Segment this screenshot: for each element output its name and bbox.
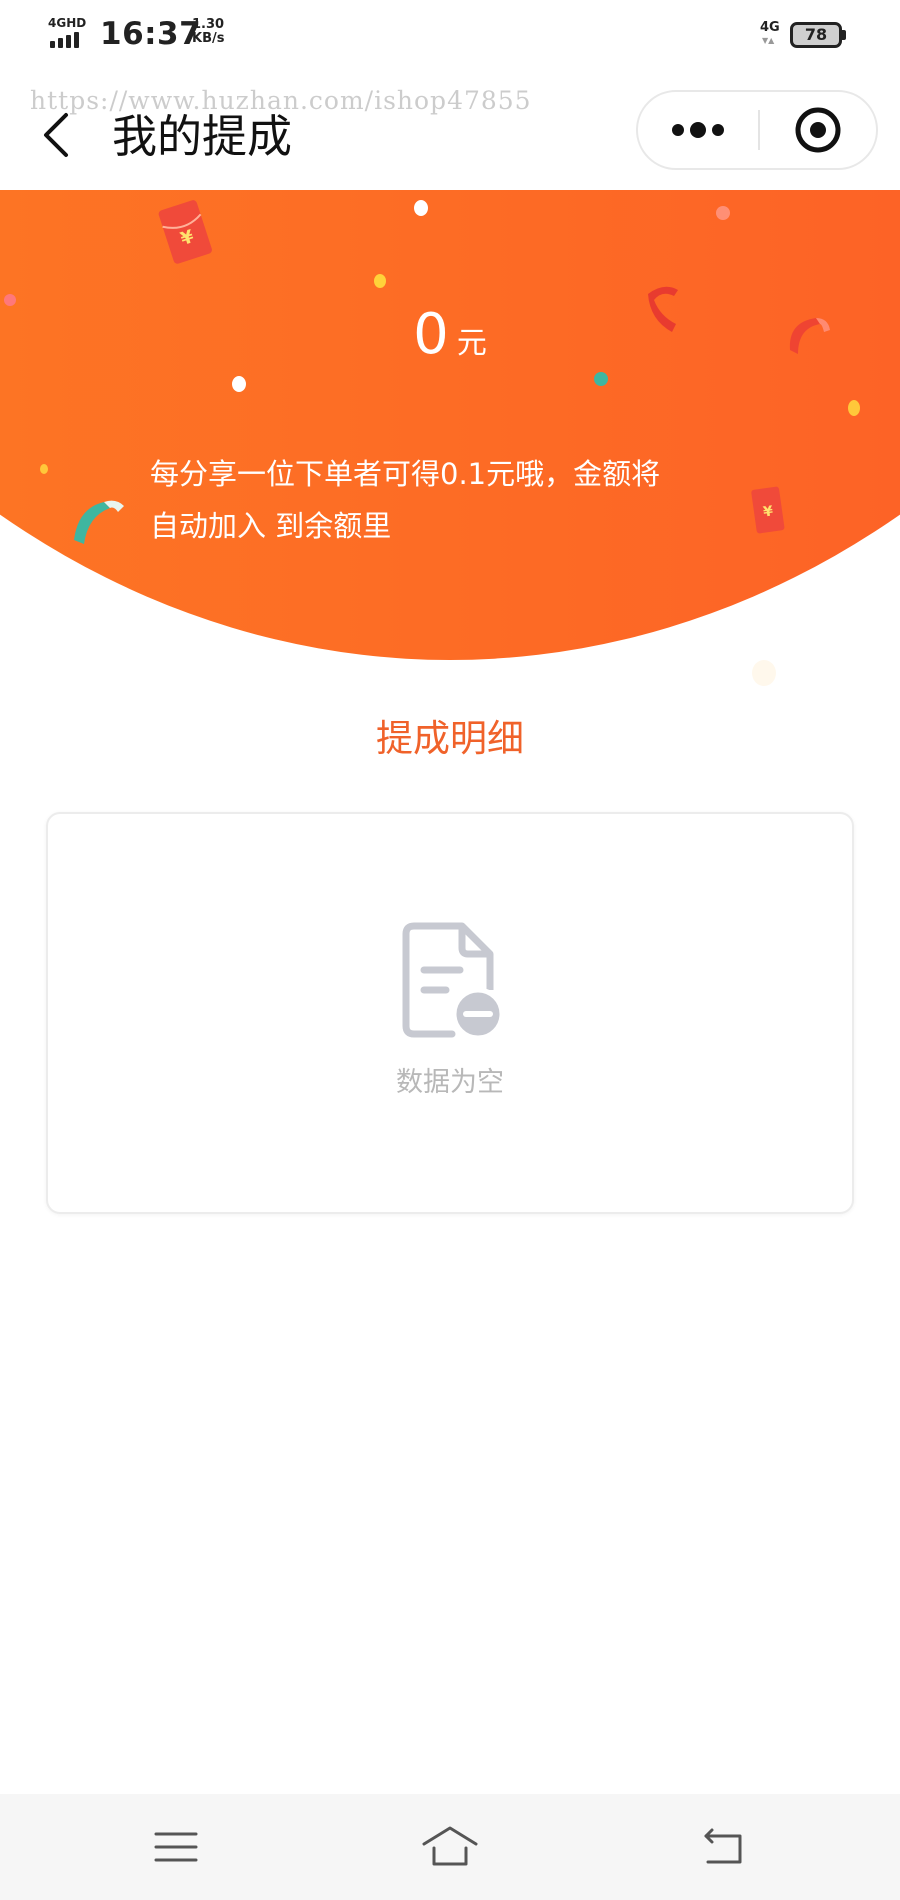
system-nav-bar — [0, 1794, 900, 1900]
commission-description-line2: 自动加入 到余额里 — [150, 509, 392, 543]
network-label: 4GHD — [48, 16, 87, 30]
banner-background — [0, 190, 900, 660]
confetti-dot — [374, 274, 386, 288]
confetti-dot — [716, 206, 730, 220]
system-menu-button[interactable] — [146, 1822, 206, 1872]
confetti-dot — [232, 376, 246, 392]
nav-bar: 我的提成 https://www.huzhan.com/ishop47855 — [0, 70, 900, 190]
commission-banner: ¥ ¥ 0元 每分享一位下单者可得0.1元哦，金额将 自动加入 到余额里 — [0, 190, 900, 660]
confetti-dot — [414, 200, 428, 216]
confetti-dot — [40, 464, 48, 474]
battery-level: 78 — [804, 25, 828, 44]
confetti-dot — [848, 400, 860, 416]
watermark-text: https://www.huzhan.com/ishop47855 — [30, 86, 532, 115]
commission-amount-value: 0 — [413, 302, 449, 367]
commission-amount-unit: 元 — [456, 326, 487, 361]
commission-detail-title: 提成明细 — [376, 717, 524, 760]
confetti-dot — [752, 660, 776, 686]
signal-group: 4GHD — [48, 16, 88, 50]
menu-icon — [154, 1832, 198, 1862]
document-minus-icon — [402, 922, 504, 1040]
empty-state-text: 数据为空 — [396, 1067, 504, 1098]
network-speed-unit: KB/s — [192, 31, 225, 46]
commission-description-line1: 每分享一位下单者可得0.1元哦，金额将 — [150, 457, 661, 491]
system-home-button[interactable] — [420, 1822, 480, 1872]
network-speed-value: 1.30 — [192, 17, 225, 32]
system-back-button[interactable] — [694, 1822, 754, 1872]
home-icon — [422, 1826, 478, 1866]
confetti-dot — [594, 372, 608, 386]
close-mini-program-button[interactable] — [760, 92, 876, 168]
status-bar: 4GHD 16:37 1.30 KB/s 4G ▼▲ 78 — [0, 0, 900, 70]
commission-detail-card: 数据为空 — [46, 812, 854, 1214]
red-envelope-icon: ¥ — [751, 486, 785, 534]
mini-program-capsule — [636, 90, 878, 170]
red-envelope-icon: ¥ — [158, 200, 212, 264]
commission-amount: 0元 — [0, 302, 900, 367]
signal-strength-icon — [50, 32, 86, 48]
more-dots-icon — [672, 122, 724, 138]
battery-icon: 78 — [790, 22, 846, 48]
more-button[interactable] — [638, 92, 758, 168]
data-activity-icon: ▼▲ — [762, 36, 775, 45]
commission-description: 每分享一位下单者可得0.1元哦，金额将 自动加入 到余额里 — [150, 448, 750, 552]
network-type-right: 4G — [760, 20, 780, 35]
back-icon — [704, 1828, 742, 1864]
network-speed: 1.30 KB/s — [192, 18, 224, 46]
status-time: 16:37 — [100, 16, 202, 52]
target-circle-icon — [795, 107, 841, 153]
ribbon-confetti-icon — [74, 500, 124, 544]
confetti-dot — [884, 526, 898, 540]
battery-cap — [842, 30, 846, 40]
